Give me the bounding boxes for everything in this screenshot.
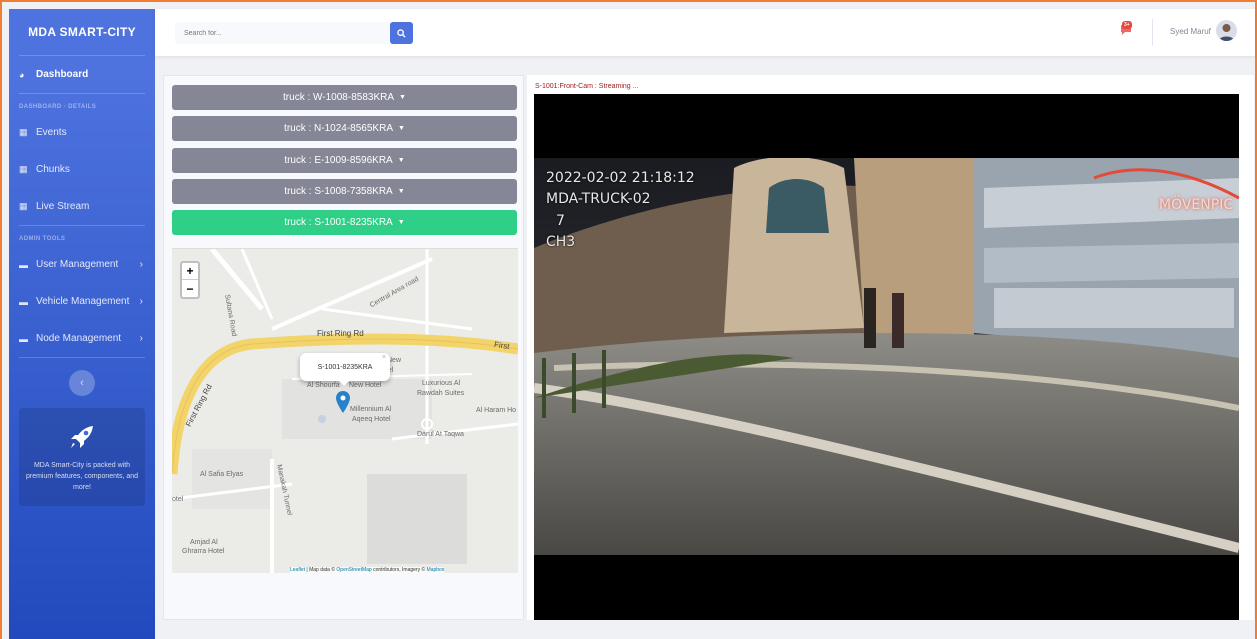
sidebar-item-label: Dashboard	[36, 69, 89, 80]
camera-frame	[534, 158, 1239, 555]
map-popup-tip	[338, 380, 350, 386]
table-icon: ▦	[19, 127, 28, 137]
zoom-in-button[interactable]: +	[182, 263, 198, 280]
map-label: Rawdah Suites	[417, 390, 465, 397]
map-popup-label: S-1001-8235KRA	[317, 363, 373, 371]
sidebar-item-label: Events	[36, 127, 67, 138]
topbar-divider	[1152, 19, 1153, 46]
truck-label: truck : W-1008-8583KRA	[283, 92, 395, 103]
mapbox-link[interactable]: Mapbox	[427, 567, 445, 573]
dashboard-icon: ◕	[19, 69, 25, 80]
search-button[interactable]	[390, 22, 413, 44]
map-label: Millennium Al	[350, 406, 392, 413]
caret-down-icon: ▼	[397, 157, 405, 164]
rocket-icon	[71, 426, 93, 448]
map-label: Al Haram Ho	[476, 407, 517, 414]
osd-datetime: 2022-02-02 21:18:12	[546, 170, 695, 186]
attribution-text: | Map data ©	[305, 567, 337, 573]
popup-close-button[interactable]: ×	[382, 354, 386, 361]
hotel-sign-text: MÖVENPIC	[1159, 197, 1234, 213]
map-label: Ghrarra Hotel	[182, 548, 225, 555]
truck-dropdown-e-1009[interactable]: truck : E-1009-8596KRA ▼	[172, 148, 517, 173]
search-box	[175, 22, 413, 44]
truck-dropdown-n-1024[interactable]: truck : N-1024-8565KRA ▼	[172, 116, 517, 141]
table-icon: ▦	[19, 201, 28, 211]
stream-title: S-1001:Front-Cam : Streaming ...	[535, 83, 639, 90]
user-name[interactable]: Syed Maruf	[1170, 27, 1211, 36]
folder-icon: ▬	[19, 259, 28, 270]
map-zoom-control: + −	[180, 261, 200, 299]
sidebar-toggle-button[interactable]: ‹	[69, 370, 95, 396]
sidebar-heading-admin: ADMIN TOOLS	[19, 236, 66, 242]
map-label: First Ring Rd	[317, 329, 364, 338]
stream-panel: S-1001:Front-Cam : Streaming ... 2022-02…	[527, 75, 1254, 620]
topbar: 3+ Syed Maruf	[155, 9, 1255, 56]
zoom-out-button[interactable]: −	[182, 280, 198, 297]
map-label: Aqeeq Hotel	[352, 416, 391, 423]
alert-badge: 3+	[1122, 21, 1132, 29]
sidebar-item-label: Chunks	[36, 164, 70, 175]
brand-title[interactable]: MDA SMART-CITY	[9, 9, 155, 55]
sidebar-item-vehicle-management[interactable]: ▬ Vehicle Management ›	[9, 283, 155, 320]
osd-truck: MDA-TRUCK-02	[546, 191, 651, 207]
chevron-left-icon: ‹	[80, 377, 84, 389]
osd-number: 7	[556, 213, 565, 229]
caret-down-icon: ▼	[397, 188, 405, 195]
sidebar-item-dashboard[interactable]: ◕ Dashboard	[9, 56, 155, 93]
map-popup: S-1001-8235KRA ×	[300, 353, 390, 381]
chevron-right-icon: ›	[139, 333, 143, 344]
chevron-right-icon: ›	[139, 296, 143, 307]
search-input[interactable]	[175, 22, 391, 44]
sidebar-heading-details: DASHBOARD - DETAILS	[19, 104, 97, 110]
sidebar-item-chunks[interactable]: ▦ Chunks	[9, 151, 155, 188]
sidebar-item-node-management[interactable]: ▬ Node Management ›	[9, 320, 155, 357]
sidebar-item-label: Node Management	[36, 333, 122, 344]
attribution-text: contributors, Imagery ©	[371, 567, 427, 573]
truck-label: truck : S-1008-7358KRA	[284, 186, 393, 197]
caret-down-icon: ▼	[399, 94, 406, 101]
caret-down-icon: ▼	[397, 219, 405, 226]
folder-icon: ▬	[19, 333, 28, 344]
table-icon: ▦	[19, 164, 28, 174]
avatar[interactable]	[1216, 20, 1237, 41]
video-player[interactable]: 2022-02-02 21:18:12 MDA-TRUCK-02 7 CH3 M…	[534, 94, 1239, 620]
map-label: Al Safia Elyas	[200, 471, 244, 478]
truck-label: truck : S-1001-8235KRA	[284, 217, 393, 228]
sidebar-item-events[interactable]: ▦ Events	[9, 114, 155, 151]
map[interactable]: Sultana Road Central Area road First Rin…	[172, 248, 518, 573]
promo-text: MDA Smart-City is packed with premium fe…	[25, 462, 139, 491]
map-attribution: Leaflet | Map data © OpenStreetMap contr…	[290, 567, 445, 573]
caret-down-icon: ▼	[398, 125, 405, 132]
search-icon	[397, 28, 406, 38]
sidebar-item-label: Vehicle Management	[36, 296, 130, 307]
promo-card: MDA Smart-City is packed with premium fe…	[19, 408, 145, 506]
map-label: Luxurious Al	[422, 380, 461, 387]
folder-icon: ▬	[19, 296, 28, 307]
vehicle-panel: truck : W-1008-8583KRA ▼ truck : N-1024-8…	[163, 75, 524, 620]
truck-dropdown-w-1008[interactable]: truck : W-1008-8583KRA ▼	[172, 85, 517, 110]
map-label: Amjad Al	[190, 539, 218, 546]
map-label: New Hotel	[349, 382, 382, 389]
map-label: Al Shourfa	[307, 382, 340, 389]
osm-link[interactable]: OpenStreetMap	[336, 567, 371, 573]
leaflet-link[interactable]: Leaflet	[290, 567, 305, 573]
truck-dropdown-s-1001[interactable]: truck : S-1001-8235KRA ▼	[172, 210, 517, 235]
sidebar-item-user-management[interactable]: ▬ User Management ›	[9, 246, 155, 283]
user-avatar-icon	[1219, 24, 1234, 41]
map-label: Darul At Taqwa	[417, 431, 464, 438]
sidebar-item-live-stream[interactable]: ▦ Live Stream	[9, 188, 155, 225]
map-label: otel	[172, 496, 184, 503]
sidebar: MDA SMART-CITY ◕ Dashboard DASHBOARD - D…	[9, 9, 155, 639]
truck-label: truck : N-1024-8565KRA	[284, 123, 393, 134]
map-marker-icon[interactable]	[336, 391, 350, 413]
sidebar-divider	[19, 357, 145, 358]
chevron-right-icon: ›	[139, 259, 143, 270]
osd-channel: CH3	[546, 234, 576, 250]
sidebar-item-label: User Management	[36, 259, 119, 270]
truck-label: truck : E-1009-8596KRA	[284, 155, 393, 166]
sidebar-item-label: Live Stream	[36, 201, 90, 212]
truck-dropdown-s-1008[interactable]: truck : S-1008-7358KRA ▼	[172, 179, 517, 204]
